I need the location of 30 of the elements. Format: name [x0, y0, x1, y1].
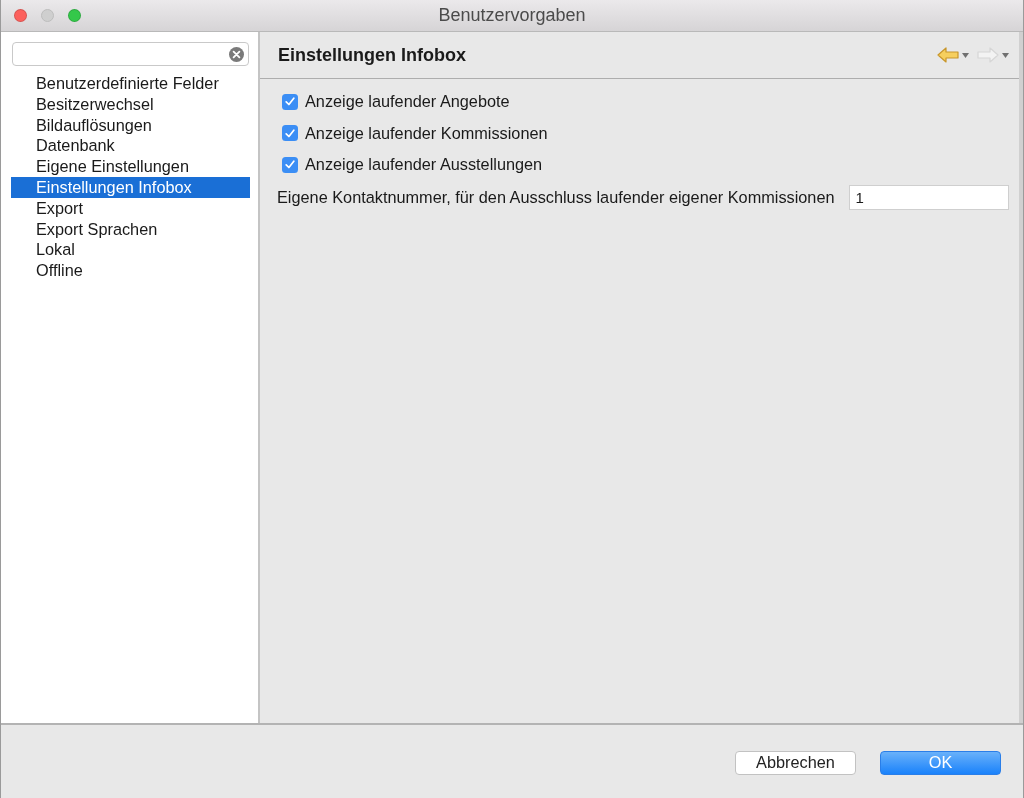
sidebar-item[interactable]: Offline	[11, 260, 250, 281]
sidebar-item[interactable]: Besitzerwechsel	[11, 93, 250, 115]
caret-icon	[1002, 52, 1009, 58]
checkbox[interactable]	[282, 93, 298, 110]
sidebar-item[interactable]: Einstellungen Infobox	[11, 177, 250, 198]
window-title: Benutzervorgaben	[438, 5, 586, 26]
sidebar-item[interactable]: Benutzerdefinierte Felder	[11, 73, 250, 94]
sidebar-item[interactable]: Lokal	[11, 239, 250, 261]
zoom-window-button[interactable]	[68, 9, 81, 22]
close-window-button[interactable]	[14, 9, 27, 22]
input-field[interactable]: 1	[848, 185, 1009, 210]
caret-icon	[962, 52, 969, 58]
checkbox-label: Anzeige laufender Kommissionen	[305, 123, 548, 143]
search-field[interactable]	[12, 42, 249, 66]
page-title: Einstellungen Infobox	[278, 44, 467, 66]
arrow-left-icon	[937, 47, 959, 63]
back-button[interactable]	[937, 47, 969, 63]
checkbox[interactable]	[282, 125, 298, 142]
sidebar-item[interactable]: Bildauflösungen	[11, 114, 250, 136]
checkbox-label: Anzeige laufender Angebote	[305, 92, 510, 112]
sidebar-item[interactable]: Export	[11, 197, 250, 219]
clear-icon[interactable]	[229, 46, 244, 62]
sidebar-item[interactable]: Export Sprachen	[11, 218, 250, 240]
cancel-button[interactable]: Abbrechen	[735, 750, 856, 775]
field-label: Eigene Kontaktnummer, für den Ausschluss laufender eigener Kommissionen	[277, 188, 835, 207]
checkbox[interactable]	[282, 156, 298, 173]
sidebar-item[interactable]: Datenbank	[11, 135, 250, 157]
sidebar-item[interactable]: Eigene Einstellungen	[11, 156, 250, 177]
checkbox-label: Anzeige laufender Ausstellungen	[305, 155, 543, 175]
arrow-right-icon	[977, 47, 999, 63]
